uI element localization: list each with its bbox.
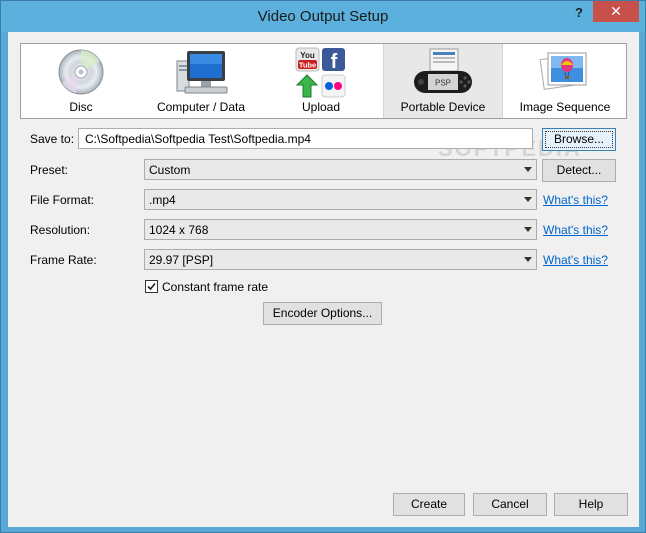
constant-frame-rate-label[interactable]: Constant frame rate	[162, 280, 268, 294]
tab-label: Computer / Data	[156, 100, 246, 114]
tab-upload[interactable]: You Tube f Upload	[261, 44, 381, 118]
checkmark-icon	[147, 282, 156, 291]
resolution-label: Resolution:	[30, 223, 91, 237]
resolution-help-link[interactable]: What's this?	[543, 223, 608, 237]
facebook-text: f	[331, 51, 338, 73]
psp-icon: PSP	[414, 48, 472, 93]
encoder-options-button[interactable]: Encoder Options...	[263, 302, 382, 325]
chevron-down-icon	[524, 227, 532, 232]
dialog-body: Disc Computer / Data You Tube f Upload P…	[8, 32, 639, 527]
create-button[interactable]: Create	[393, 493, 465, 516]
preset-label: Preset:	[30, 163, 69, 177]
resolution-value: 1024 x 768	[149, 223, 209, 237]
resolution-select[interactable]: 1024 x 768	[144, 219, 537, 240]
tab-computer-data[interactable]: Computer / Data	[141, 44, 261, 118]
chevron-down-icon	[524, 197, 532, 202]
detect-button[interactable]: Detect...	[542, 159, 616, 182]
tab-label: Disc	[69, 100, 93, 114]
tab-label: Portable Device	[400, 100, 486, 114]
file-format-select[interactable]: .mp4	[144, 189, 537, 210]
preset-value: Custom	[149, 163, 191, 177]
help-title-button[interactable]: ?	[569, 5, 589, 25]
constant-frame-rate-checkbox[interactable]	[145, 280, 158, 293]
youtube-text-tube: Tube	[299, 61, 316, 70]
window-title: Video Output Setup	[257, 8, 389, 25]
file-format-help-link[interactable]: What's this?	[543, 193, 608, 207]
youtube-text-you: You	[300, 51, 315, 60]
file-format-label: File Format:	[30, 193, 95, 207]
tab-label: Image Sequence	[519, 100, 611, 114]
save-path-input[interactable]: C:\Softpedia\Softpedia Test\Softpedia.mp…	[78, 128, 533, 149]
tab-portable-device[interactable]: PSP Portable Device	[383, 44, 503, 118]
preset-select[interactable]: Custom	[144, 159, 537, 180]
close-button[interactable]: ✕	[593, 1, 639, 22]
psp-screen-text: PSP	[435, 79, 451, 88]
chevron-down-icon	[524, 257, 532, 262]
tab-image-sequence[interactable]: Image Sequence	[505, 44, 625, 118]
browse-button[interactable]: Browse...	[542, 128, 616, 151]
frame-rate-help-link[interactable]: What's this?	[543, 253, 608, 267]
video-output-setup-window: Video Output Setup ? ✕ Disc Computer / D…	[0, 0, 646, 533]
frame-rate-select[interactable]: 29.97 [PSP]	[144, 249, 537, 270]
output-type-bar: Disc Computer / Data You Tube f Upload P…	[20, 43, 627, 119]
disc-icon	[58, 49, 104, 95]
frame-rate-value: 29.97 [PSP]	[149, 253, 214, 267]
tab-label: Upload	[301, 100, 341, 114]
file-format-value: .mp4	[149, 193, 176, 207]
chevron-down-icon	[524, 167, 532, 172]
cancel-button[interactable]: Cancel	[473, 493, 547, 516]
computer-icon	[176, 51, 228, 94]
help-button[interactable]: Help	[554, 493, 628, 516]
frame-rate-label: Frame Rate:	[30, 253, 97, 267]
upload-icon: You Tube f	[295, 47, 346, 98]
tab-disc[interactable]: Disc	[21, 44, 141, 118]
image-sequence-icon	[539, 52, 587, 90]
save-to-label: Save to:	[30, 132, 75, 146]
title-bar[interactable]: Video Output Setup ? ✕	[1, 1, 645, 32]
